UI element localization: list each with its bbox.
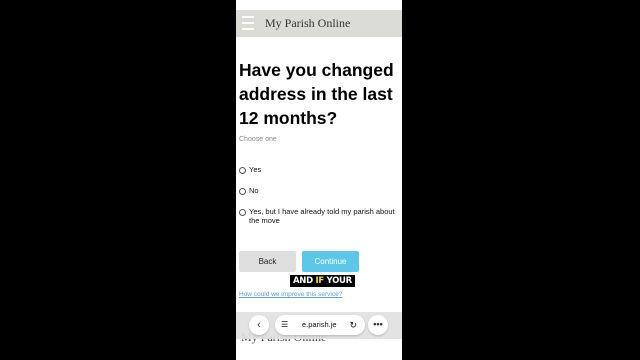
back-button[interactable]: Back — [239, 251, 296, 272]
site-header: My Parish Online — [236, 10, 402, 37]
address-bar[interactable]: ☰ e.parish.je ↻ — [275, 315, 365, 335]
radio-button[interactable] — [239, 208, 246, 216]
radio-button[interactable] — [239, 166, 246, 174]
url-text: e.parish.je — [302, 320, 337, 329]
reload-icon[interactable]: ↻ — [349, 315, 357, 335]
video-caption: AND IF YOUR — [290, 275, 355, 287]
hamburger-menu-icon[interactable] — [242, 16, 254, 30]
radio-button[interactable] — [239, 187, 246, 195]
page-menu-icon[interactable]: ☰ — [281, 315, 288, 335]
caption-highlight: IF — [315, 276, 325, 286]
browser-toolbar: ‹ ☰ e.parish.je ↻ ••• — [236, 312, 402, 339]
radio-label: Yes, but I have already told my parish a… — [249, 207, 395, 225]
radio-option-yes[interactable]: Yes — [239, 165, 397, 174]
caption-text: YOUR — [323, 276, 353, 286]
radio-label: Yes — [249, 165, 262, 174]
phone-screen: My Parish Online Have you changed addres… — [236, 0, 402, 360]
more-icon[interactable]: ••• — [368, 315, 388, 335]
radio-option-no[interactable]: No — [239, 186, 397, 195]
site-title[interactable]: My Parish Online — [265, 16, 350, 31]
hint-text: Choose one — [239, 136, 277, 143]
back-arrow-icon[interactable]: ‹ — [249, 315, 269, 335]
continue-button[interactable]: Continue — [302, 251, 359, 272]
caption-text: AND — [293, 276, 316, 286]
question-heading: Have you changed address in the last 12 … — [239, 60, 394, 128]
radio-option-yes-already-told[interactable]: Yes, but I have already told my parish a… — [239, 207, 397, 225]
feedback-link[interactable]: How could we improve this service? — [239, 291, 342, 298]
radio-label: No — [249, 186, 259, 195]
